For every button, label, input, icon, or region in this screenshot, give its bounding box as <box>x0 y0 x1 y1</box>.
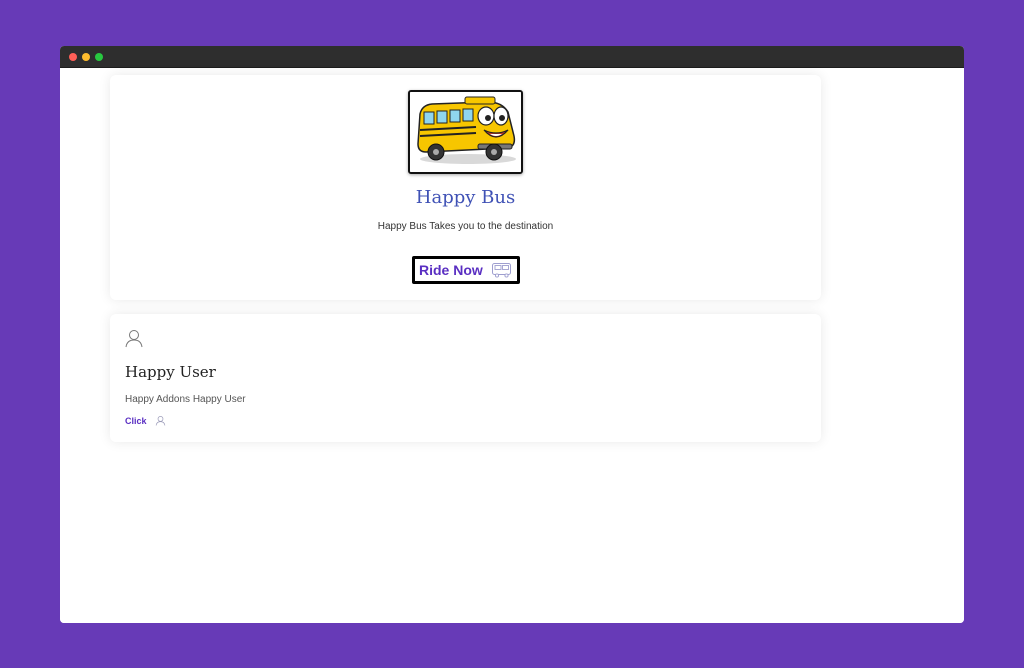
bus-card: Happy Bus Happy Bus Takes you to the des… <box>110 75 821 300</box>
bus-image <box>408 90 523 174</box>
bus-card-title: Happy Bus <box>415 187 516 208</box>
user-icon <box>125 330 143 348</box>
ride-now-label: Ride Now <box>419 262 483 278</box>
click-link-label: Click <box>125 415 147 426</box>
ride-now-button[interactable]: Ride Now <box>412 256 520 284</box>
user-card: Happy User Happy Addons Happy User Click <box>110 314 821 442</box>
user-card-description: Happy Addons Happy User <box>125 394 246 405</box>
minimize-window-button[interactable] <box>82 52 90 61</box>
click-link[interactable]: Click <box>125 415 166 426</box>
bus-icon <box>492 263 511 278</box>
user-card-title: Happy User <box>125 363 216 381</box>
user-icon <box>155 416 165 426</box>
school-bus-cartoon-icon <box>410 92 521 172</box>
window-titlebar <box>60 46 964 68</box>
browser-window: Happy Bus Happy Bus Takes you to the des… <box>60 46 964 623</box>
maximize-window-button[interactable] <box>95 52 103 61</box>
close-window-button[interactable] <box>69 52 77 61</box>
page-content: Happy Bus Happy Bus Takes you to the des… <box>60 68 964 623</box>
bus-card-description: Happy Bus Takes you to the destination <box>377 221 554 232</box>
